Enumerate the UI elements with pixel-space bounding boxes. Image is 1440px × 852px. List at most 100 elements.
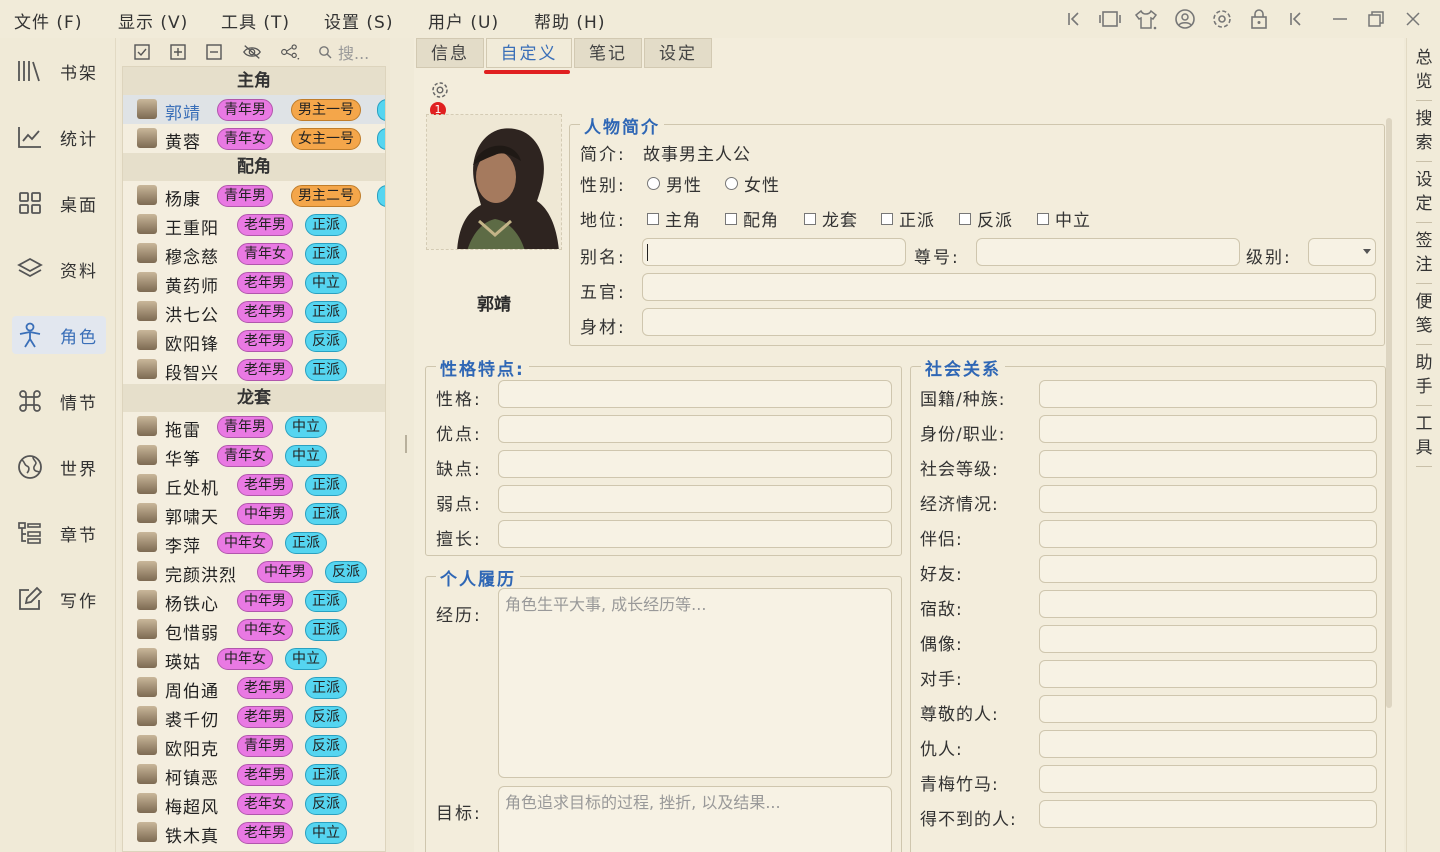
vertical-scrollbar[interactable]	[1386, 118, 1392, 708]
menu-help[interactable]: 帮助 (H)	[534, 8, 605, 33]
menu-settings[interactable]: 设置 (S)	[324, 8, 393, 33]
nav-characters[interactable]: 角色	[12, 316, 106, 354]
user-circle-icon[interactable]	[1173, 7, 1197, 31]
character-row[interactable]: 杨康 青年男 男主二号	[123, 181, 385, 210]
gender-female-radio[interactable]: 女性	[725, 171, 780, 196]
social-input[interactable]	[1039, 800, 1377, 828]
minimize-icon[interactable]	[1328, 7, 1352, 31]
social-input[interactable]	[1039, 695, 1377, 723]
character-row[interactable]: 欧阳克 青年男 反派	[123, 731, 385, 760]
gender-male-radio[interactable]: 男性	[647, 171, 702, 196]
status-neutral-checkbox[interactable]: 中立	[1037, 206, 1091, 231]
character-row[interactable]: 郭啸天 中年男 正派	[123, 499, 385, 528]
character-row[interactable]: 梅超风 老年女 反派	[123, 789, 385, 818]
nav-statistics[interactable]: 统计	[12, 118, 106, 156]
nav-world[interactable]: 世界	[12, 448, 106, 486]
character-row[interactable]: 丘处机 老年男 正派	[123, 470, 385, 499]
personality-input[interactable]	[498, 450, 892, 478]
tab-settings[interactable]: 设定	[644, 38, 712, 68]
character-row[interactable]: 段智兴 老年男 正派	[123, 355, 385, 384]
title-input[interactable]	[976, 238, 1240, 266]
character-row[interactable]: 瑛姑 中年女 中立	[123, 644, 385, 673]
collapse-icon[interactable]	[1284, 7, 1308, 31]
character-row[interactable]: 穆念慈 青年女 正派	[123, 239, 385, 268]
social-input[interactable]	[1039, 660, 1377, 688]
close-icon[interactable]	[1401, 7, 1425, 31]
tab-info[interactable]: 信息	[416, 38, 484, 68]
nav-plot[interactable]: 情节	[12, 382, 106, 420]
social-input[interactable]	[1039, 380, 1377, 408]
character-row[interactable]: 柯镇恶 老年男 正派	[123, 760, 385, 789]
alias-input[interactable]	[642, 238, 906, 266]
nav-materials[interactable]: 资料	[12, 250, 106, 288]
menu-view[interactable]: 显示 (V)	[118, 8, 188, 33]
character-row[interactable]: 王重阳 老年男 正派	[123, 210, 385, 239]
status-supporting-checkbox[interactable]: 配角	[725, 206, 779, 231]
nav-desktop[interactable]: 桌面	[12, 184, 106, 222]
right-nav-item[interactable]: 签注	[1407, 229, 1440, 277]
character-list[interactable]: 主角 郭靖 青年男 男主一号 黄蓉 青年女 女主一号 配角 杨康 青年男 男主二号 王重阳 老年男 正派穆…	[122, 66, 386, 852]
social-input[interactable]	[1039, 450, 1377, 478]
character-row[interactable]: 拖雷 青年男 中立	[123, 412, 385, 441]
tab-notes[interactable]: 笔记	[574, 38, 642, 68]
settings-gear-icon[interactable]	[1210, 7, 1234, 31]
right-nav-item[interactable]: 助手	[1407, 351, 1440, 399]
character-portrait[interactable]	[426, 114, 562, 250]
character-row[interactable]: 周伯通 老年男 正派	[123, 673, 385, 702]
status-righteous-checkbox[interactable]: 正派	[881, 206, 935, 231]
character-row[interactable]: 包惜弱 中年女 正派	[123, 615, 385, 644]
social-input[interactable]	[1039, 415, 1377, 443]
remove-icon[interactable]	[204, 42, 224, 62]
social-input[interactable]	[1039, 730, 1377, 758]
character-row[interactable]: 李萍 中年女 正派	[123, 528, 385, 557]
right-nav-item[interactable]: 搜索	[1407, 107, 1440, 155]
features-input[interactable]	[642, 273, 1376, 301]
status-villain-checkbox[interactable]: 反派	[959, 206, 1013, 231]
group-header[interactable]: 主角	[123, 67, 385, 95]
hide-icon[interactable]	[242, 42, 262, 62]
theme-shirt-icon[interactable]	[1134, 7, 1158, 31]
right-nav-item[interactable]: 工具	[1407, 412, 1440, 460]
social-input[interactable]	[1039, 590, 1377, 618]
nav-chapters[interactable]: 章节	[12, 514, 106, 552]
goal-textarea[interactable]: 角色追求目标的过程, 挫折, 以及结果...	[498, 786, 892, 852]
right-nav-item[interactable]: 总览	[1407, 46, 1440, 94]
nav-bookshelf[interactable]: 书架	[12, 52, 106, 90]
character-row[interactable]: 洪七公 老年男 正派	[123, 297, 385, 326]
lock-icon[interactable]	[1247, 7, 1271, 31]
status-protagonist-checkbox[interactable]: 主角	[647, 206, 701, 231]
character-row[interactable]: 黄蓉 青年女 女主一号	[123, 124, 385, 153]
panel-splitter[interactable]	[405, 435, 407, 453]
personality-input[interactable]	[498, 415, 892, 443]
check-all-icon[interactable]	[132, 42, 152, 62]
menu-user[interactable]: 用户 (U)	[428, 8, 499, 33]
menu-tools[interactable]: 工具 (T)	[221, 8, 290, 33]
social-input[interactable]	[1039, 485, 1377, 513]
group-header[interactable]: 配角	[123, 153, 385, 181]
experience-textarea[interactable]: 角色生平大事, 成长经历等...	[498, 588, 892, 778]
collapse-left-icon[interactable]	[1062, 7, 1086, 31]
add-icon[interactable]	[168, 42, 188, 62]
personality-input[interactable]	[498, 485, 892, 513]
search-box[interactable]: 搜...	[318, 42, 388, 63]
character-row[interactable]: 完颜洪烈 中年男 反派	[123, 557, 385, 586]
character-row[interactable]: 杨铁心 中年男 正派	[123, 586, 385, 615]
tab-custom[interactable]: 自定义	[486, 38, 572, 68]
right-nav-item[interactable]: 设定	[1407, 168, 1440, 216]
gear-icon[interactable]	[430, 80, 450, 100]
character-row[interactable]: 郭靖 青年男 男主一号	[123, 95, 385, 124]
personality-input[interactable]	[498, 380, 892, 408]
personality-input[interactable]	[498, 520, 892, 548]
right-nav-item[interactable]: 便笺	[1407, 290, 1440, 338]
social-input[interactable]	[1039, 765, 1377, 793]
status-extra-checkbox[interactable]: 龙套	[804, 206, 858, 231]
social-input[interactable]	[1039, 520, 1377, 548]
social-input[interactable]	[1039, 625, 1377, 653]
level-select[interactable]	[1308, 238, 1376, 266]
maximize-icon[interactable]	[1364, 7, 1388, 31]
nav-writing[interactable]: 写作	[12, 580, 106, 618]
character-row[interactable]: 欧阳锋 老年男 反派	[123, 326, 385, 355]
menu-file[interactable]: 文件 (F)	[14, 8, 82, 33]
social-input[interactable]	[1039, 555, 1377, 583]
character-row[interactable]: 黄药师 老年男 中立	[123, 268, 385, 297]
